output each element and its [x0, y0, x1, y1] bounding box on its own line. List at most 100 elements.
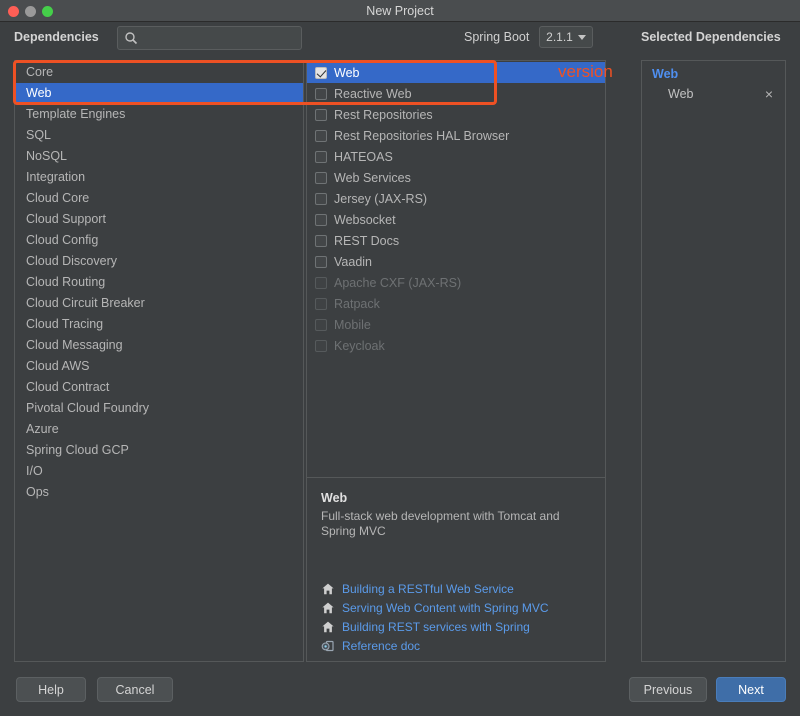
selected-dependencies-list[interactable]: Web× [642, 84, 785, 104]
close-window-icon[interactable] [8, 6, 19, 17]
checkbox-icon[interactable] [315, 151, 327, 163]
selected-dependencies-title: Selected Dependencies [641, 30, 781, 44]
dependency-row[interactable]: Web [307, 62, 605, 83]
zoom-window-icon[interactable] [42, 6, 53, 17]
checkbox-icon [315, 319, 327, 331]
category-row[interactable]: Cloud Config [15, 230, 303, 251]
info-link-row[interactable]: Building a RESTful Web Service [321, 579, 595, 598]
dependency-row[interactable]: Reactive Web [307, 83, 605, 104]
remove-dependency-icon[interactable]: × [765, 87, 773, 101]
category-row[interactable]: Integration [15, 167, 303, 188]
category-row[interactable]: Cloud Routing [15, 272, 303, 293]
dependency-label: Websocket [334, 213, 396, 227]
selected-dependency-row[interactable]: Web× [642, 84, 785, 104]
dependency-label: Web Services [334, 171, 411, 185]
info-link-label[interactable]: Building a RESTful Web Service [342, 582, 514, 596]
info-links[interactable]: Building a RESTful Web Service Serving We… [321, 579, 595, 655]
category-row[interactable]: Azure [15, 419, 303, 440]
info-link-row[interactable]: Reference doc [321, 636, 595, 655]
category-row[interactable]: SQL [15, 125, 303, 146]
home-icon [321, 601, 335, 615]
dependency-row[interactable]: Web Services [307, 167, 605, 188]
category-row[interactable]: Cloud Circuit Breaker [15, 293, 303, 314]
checkbox-icon[interactable] [315, 235, 327, 247]
category-panel[interactable]: CoreWebTemplate EnginesSQLNoSQLIntegrati… [14, 60, 304, 662]
home-icon [321, 620, 335, 634]
spring-boot-version-select[interactable]: 2.1.1 [539, 26, 593, 48]
checkbox-icon[interactable] [315, 172, 327, 184]
minimize-window-icon[interactable] [25, 6, 36, 17]
dependency-row[interactable]: HATEOAS [307, 146, 605, 167]
info-link-label[interactable]: Serving Web Content with Spring MVC [342, 601, 549, 615]
dependency-row[interactable]: Rest Repositories [307, 104, 605, 125]
dependency-row: Apache CXF (JAX-RS) [307, 272, 605, 293]
cancel-button[interactable]: Cancel [97, 677, 173, 702]
category-row[interactable]: NoSQL [15, 146, 303, 167]
search-icon [124, 31, 138, 45]
toolbar: Dependencies Spring Boot 2.1.1 Selected … [0, 22, 800, 58]
info-link-row[interactable]: Serving Web Content with Spring MVC [321, 598, 595, 617]
category-row[interactable]: Spring Cloud GCP [15, 440, 303, 461]
info-description: Full-stack web development with Tomcat a… [321, 509, 591, 539]
dependencies-label: Dependencies [14, 30, 99, 44]
category-row[interactable]: Cloud Core [15, 188, 303, 209]
checkbox-icon[interactable] [315, 88, 327, 100]
info-link-label[interactable]: Reference doc [342, 639, 420, 653]
checkbox-checked-icon[interactable] [315, 67, 327, 79]
category-row[interactable]: Cloud Messaging [15, 335, 303, 356]
checkbox-icon[interactable] [315, 214, 327, 226]
category-row[interactable]: Pivotal Cloud Foundry [15, 398, 303, 419]
category-row[interactable]: Web [15, 83, 303, 104]
info-link-row[interactable]: Building REST services with Spring [321, 617, 595, 636]
dependency-list[interactable]: Web Reactive Web Rest Repositories Rest Rep… [307, 61, 605, 478]
dependency-label: Mobile [334, 318, 371, 332]
spring-boot-label: Spring Boot [464, 30, 529, 44]
dependency-panel[interactable]: Web Reactive Web Rest Repositories Rest Rep… [306, 60, 606, 662]
dependency-label: REST Docs [334, 234, 399, 248]
dependency-row: Mobile [307, 314, 605, 335]
category-row[interactable]: Cloud Support [15, 209, 303, 230]
search-input[interactable] [138, 31, 301, 45]
info-title: Web [321, 491, 591, 505]
checkbox-icon[interactable] [315, 130, 327, 142]
category-row[interactable]: Cloud AWS [15, 356, 303, 377]
dependency-label: Jersey (JAX-RS) [334, 192, 427, 206]
category-row[interactable]: Cloud Contract [15, 377, 303, 398]
category-row[interactable]: Core [15, 62, 303, 83]
help-button[interactable]: Help [16, 677, 86, 702]
checkbox-icon[interactable] [315, 193, 327, 205]
previous-button[interactable]: Previous [629, 677, 707, 702]
dependency-row[interactable]: REST Docs [307, 230, 605, 251]
category-row[interactable]: I/O [15, 461, 303, 482]
dependency-label: Rest Repositories [334, 108, 433, 122]
category-list[interactable]: CoreWebTemplate EnginesSQLNoSQLIntegrati… [15, 61, 303, 503]
dependency-label: Vaadin [334, 255, 372, 269]
category-row[interactable]: Ops [15, 482, 303, 503]
dependency-label: Reactive Web [334, 87, 412, 101]
checkbox-icon[interactable] [315, 256, 327, 268]
next-button[interactable]: Next [716, 677, 786, 702]
dependency-info-panel: Web Full-stack web development with Tomc… [307, 479, 605, 662]
category-row[interactable]: Cloud Discovery [15, 251, 303, 272]
checkbox-icon [315, 298, 327, 310]
dependency-label: Web [334, 66, 359, 80]
traffic-lights [8, 6, 53, 17]
dependency-row[interactable]: Vaadin [307, 251, 605, 272]
reference-doc-icon [321, 639, 335, 653]
selected-dependencies-panel[interactable]: Web Web× [641, 60, 786, 662]
search-box[interactable] [117, 26, 302, 50]
dependency-row[interactable]: Rest Repositories HAL Browser [307, 125, 605, 146]
checkbox-icon [315, 340, 327, 352]
selected-dependency-label: Web [668, 87, 765, 101]
window-title: New Project [0, 4, 800, 18]
dependency-label: Keycloak [334, 339, 385, 353]
info-link-label[interactable]: Building REST services with Spring [342, 620, 530, 634]
dependency-row: Ratpack [307, 293, 605, 314]
version-value: 2.1.1 [546, 30, 573, 44]
category-row[interactable]: Template Engines [15, 104, 303, 125]
checkbox-icon[interactable] [315, 109, 327, 121]
category-row[interactable]: Cloud Tracing [15, 314, 303, 335]
dependency-row[interactable]: Websocket [307, 209, 605, 230]
dependency-row[interactable]: Jersey (JAX-RS) [307, 188, 605, 209]
checkbox-icon [315, 277, 327, 289]
